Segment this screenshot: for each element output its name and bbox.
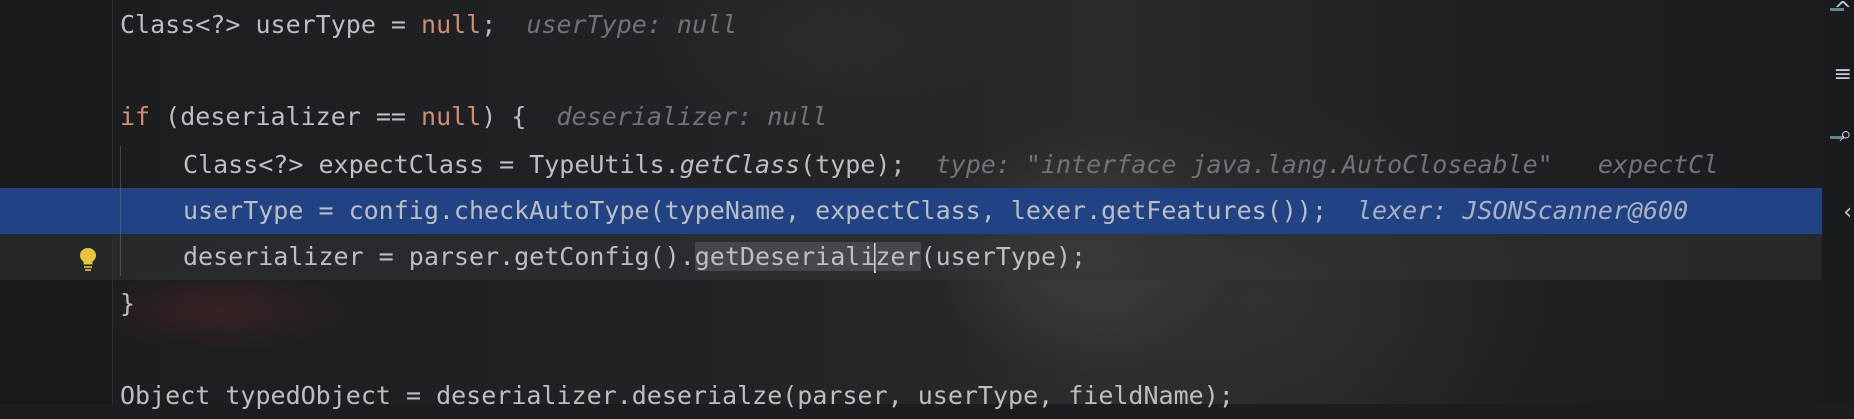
code-text: Class<?> userType = null; userType: null — [120, 2, 737, 48]
code-text: Object typedObject = deserializer.deseri… — [120, 373, 1234, 419]
chevron-left-icon[interactable]: ‹ — [1843, 200, 1852, 225]
code-token: userType = config.checkAutoType(typeName… — [183, 196, 1357, 225]
code-token: ) { — [481, 102, 557, 131]
code-line[interactable]: Class<?> userType = null; userType: null — [0, 2, 1822, 48]
code-line[interactable]: if (deserializer == null) { deserializer… — [0, 94, 1822, 140]
code-token: } — [120, 289, 136, 318]
inline-debug-hint: deserializer: null — [556, 102, 828, 131]
code-token: getDeseriali — [694, 242, 876, 271]
code-token: null — [421, 10, 482, 39]
code-text: } — [120, 281, 135, 327]
code-token: null — [421, 102, 482, 131]
lightbulb-icon[interactable] — [79, 247, 97, 271]
code-token: Class<?> userType = — [120, 10, 422, 39]
list-icon[interactable]: ≡ — [1834, 62, 1852, 87]
indent-guide — [120, 146, 121, 276]
code-line[interactable]: userType = config.checkAutoType(typeName… — [0, 188, 1822, 234]
code-token: getClass — [679, 150, 801, 179]
inline-debug-hint: userType: null — [526, 10, 738, 39]
code-token: (type); — [800, 150, 936, 179]
code-text: if (deserializer == null) { deserializer… — [120, 94, 827, 140]
chevron-up-icon[interactable]: ^ — [1834, 0, 1852, 23]
code-token: deserializer = parser.getConfig(). — [183, 242, 695, 271]
code-text: userType = config.checkAutoType(typeName… — [183, 188, 1688, 234]
code-token: zer — [875, 242, 921, 271]
code-line[interactable]: deserializer = parser.getConfig().getDes… — [0, 234, 1822, 280]
code-token: (userType); — [920, 242, 1087, 271]
code-token: Class<?> expectClass = TypeUtils. — [183, 150, 680, 179]
code-token: (deserializer == — [150, 102, 422, 131]
code-text: Class<?> expectClass = TypeUtils.getClas… — [183, 142, 1718, 188]
code-line[interactable]: Class<?> expectClass = TypeUtils.getClas… — [0, 142, 1822, 188]
code-line[interactable] — [0, 48, 1822, 94]
code-token: if — [120, 102, 151, 131]
inline-debug-hint: type: "interface java.lang.AutoCloseable… — [935, 150, 1719, 179]
code-line[interactable] — [0, 327, 1822, 373]
code-token: ; — [481, 10, 527, 39]
inline-debug-hint: lexer: JSONScanner@600 — [1357, 196, 1689, 225]
code-token: Object typedObject = deserializer.deseri… — [120, 381, 1234, 410]
code-line[interactable]: } — [0, 281, 1822, 327]
search-icon[interactable]: ⌕ — [1840, 122, 1852, 147]
code-line[interactable]: Object typedObject = deserializer.deseri… — [0, 373, 1822, 419]
code-text: deserializer = parser.getConfig().getDes… — [183, 234, 1086, 280]
